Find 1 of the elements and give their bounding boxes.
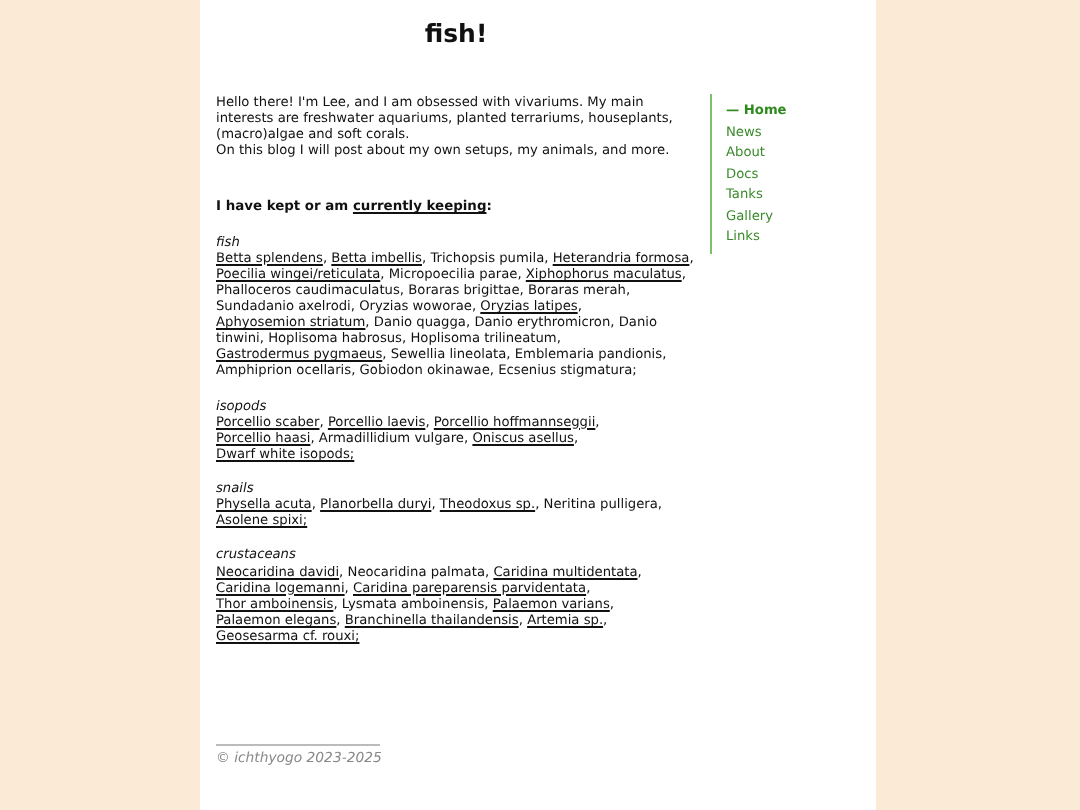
page-title: fish! — [422, 18, 490, 50]
